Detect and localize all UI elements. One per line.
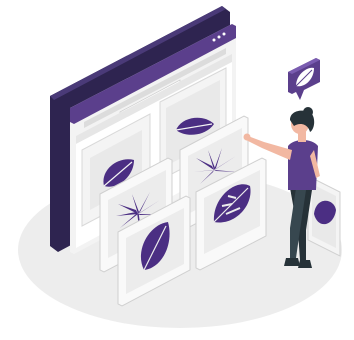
shoe (298, 260, 312, 268)
window-dot (212, 38, 216, 42)
window-dot (217, 35, 221, 39)
speech-bubble-icon (288, 58, 320, 100)
window-dot (222, 32, 226, 36)
illustration-scene (0, 0, 354, 340)
shoe (284, 258, 300, 266)
gallery-illustration (18, 6, 342, 328)
